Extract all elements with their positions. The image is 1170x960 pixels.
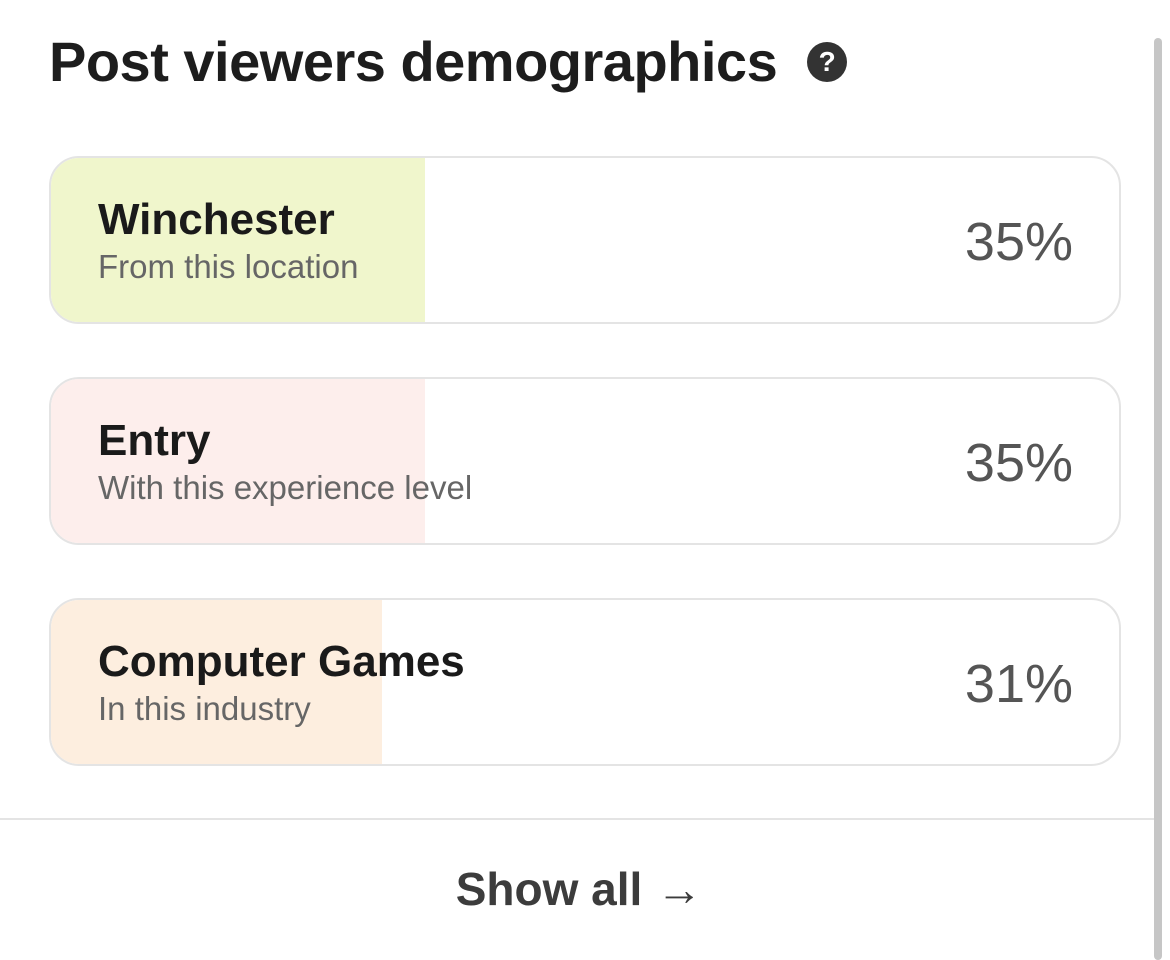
question-circle-icon[interactable]: ? <box>807 42 848 82</box>
scrollbar[interactable] <box>1154 38 1162 960</box>
demographic-card-industry[interactable]: Computer Games In this industry 31% <box>49 598 1121 766</box>
card-label: Entry <box>98 416 211 465</box>
show-all-label: Show all <box>455 863 643 915</box>
card-label: Winchester <box>98 195 335 244</box>
arrow-right-icon: → <box>656 863 703 915</box>
card-percent: 35% <box>964 212 1073 272</box>
demographics-panel: Post viewers demographics ? Winchester F… <box>0 0 1170 960</box>
card-percent: 31% <box>964 654 1073 714</box>
card-text: Entry With this experience level <box>98 415 472 508</box>
demographics-list: Winchester From this location 35% Entry … <box>49 156 1121 819</box>
card-label: Computer Games <box>98 637 465 686</box>
demographic-card-experience[interactable]: Entry With this experience level 35% <box>49 377 1121 545</box>
card-text: Computer Games In this industry <box>98 636 465 729</box>
card-subtitle: From this location <box>98 248 359 285</box>
demographic-card-location[interactable]: Winchester From this location 35% <box>49 156 1121 324</box>
card-subtitle: In this industry <box>98 690 311 727</box>
page-title: Post viewers demographics <box>49 29 778 93</box>
show-all-button[interactable]: Show all → <box>0 862 1158 916</box>
card-percent: 35% <box>964 433 1073 493</box>
card-text: Winchester From this location <box>98 194 358 287</box>
card-subtitle: With this experience level <box>98 469 473 506</box>
header: Post viewers demographics ? <box>49 26 848 96</box>
divider <box>0 818 1158 820</box>
